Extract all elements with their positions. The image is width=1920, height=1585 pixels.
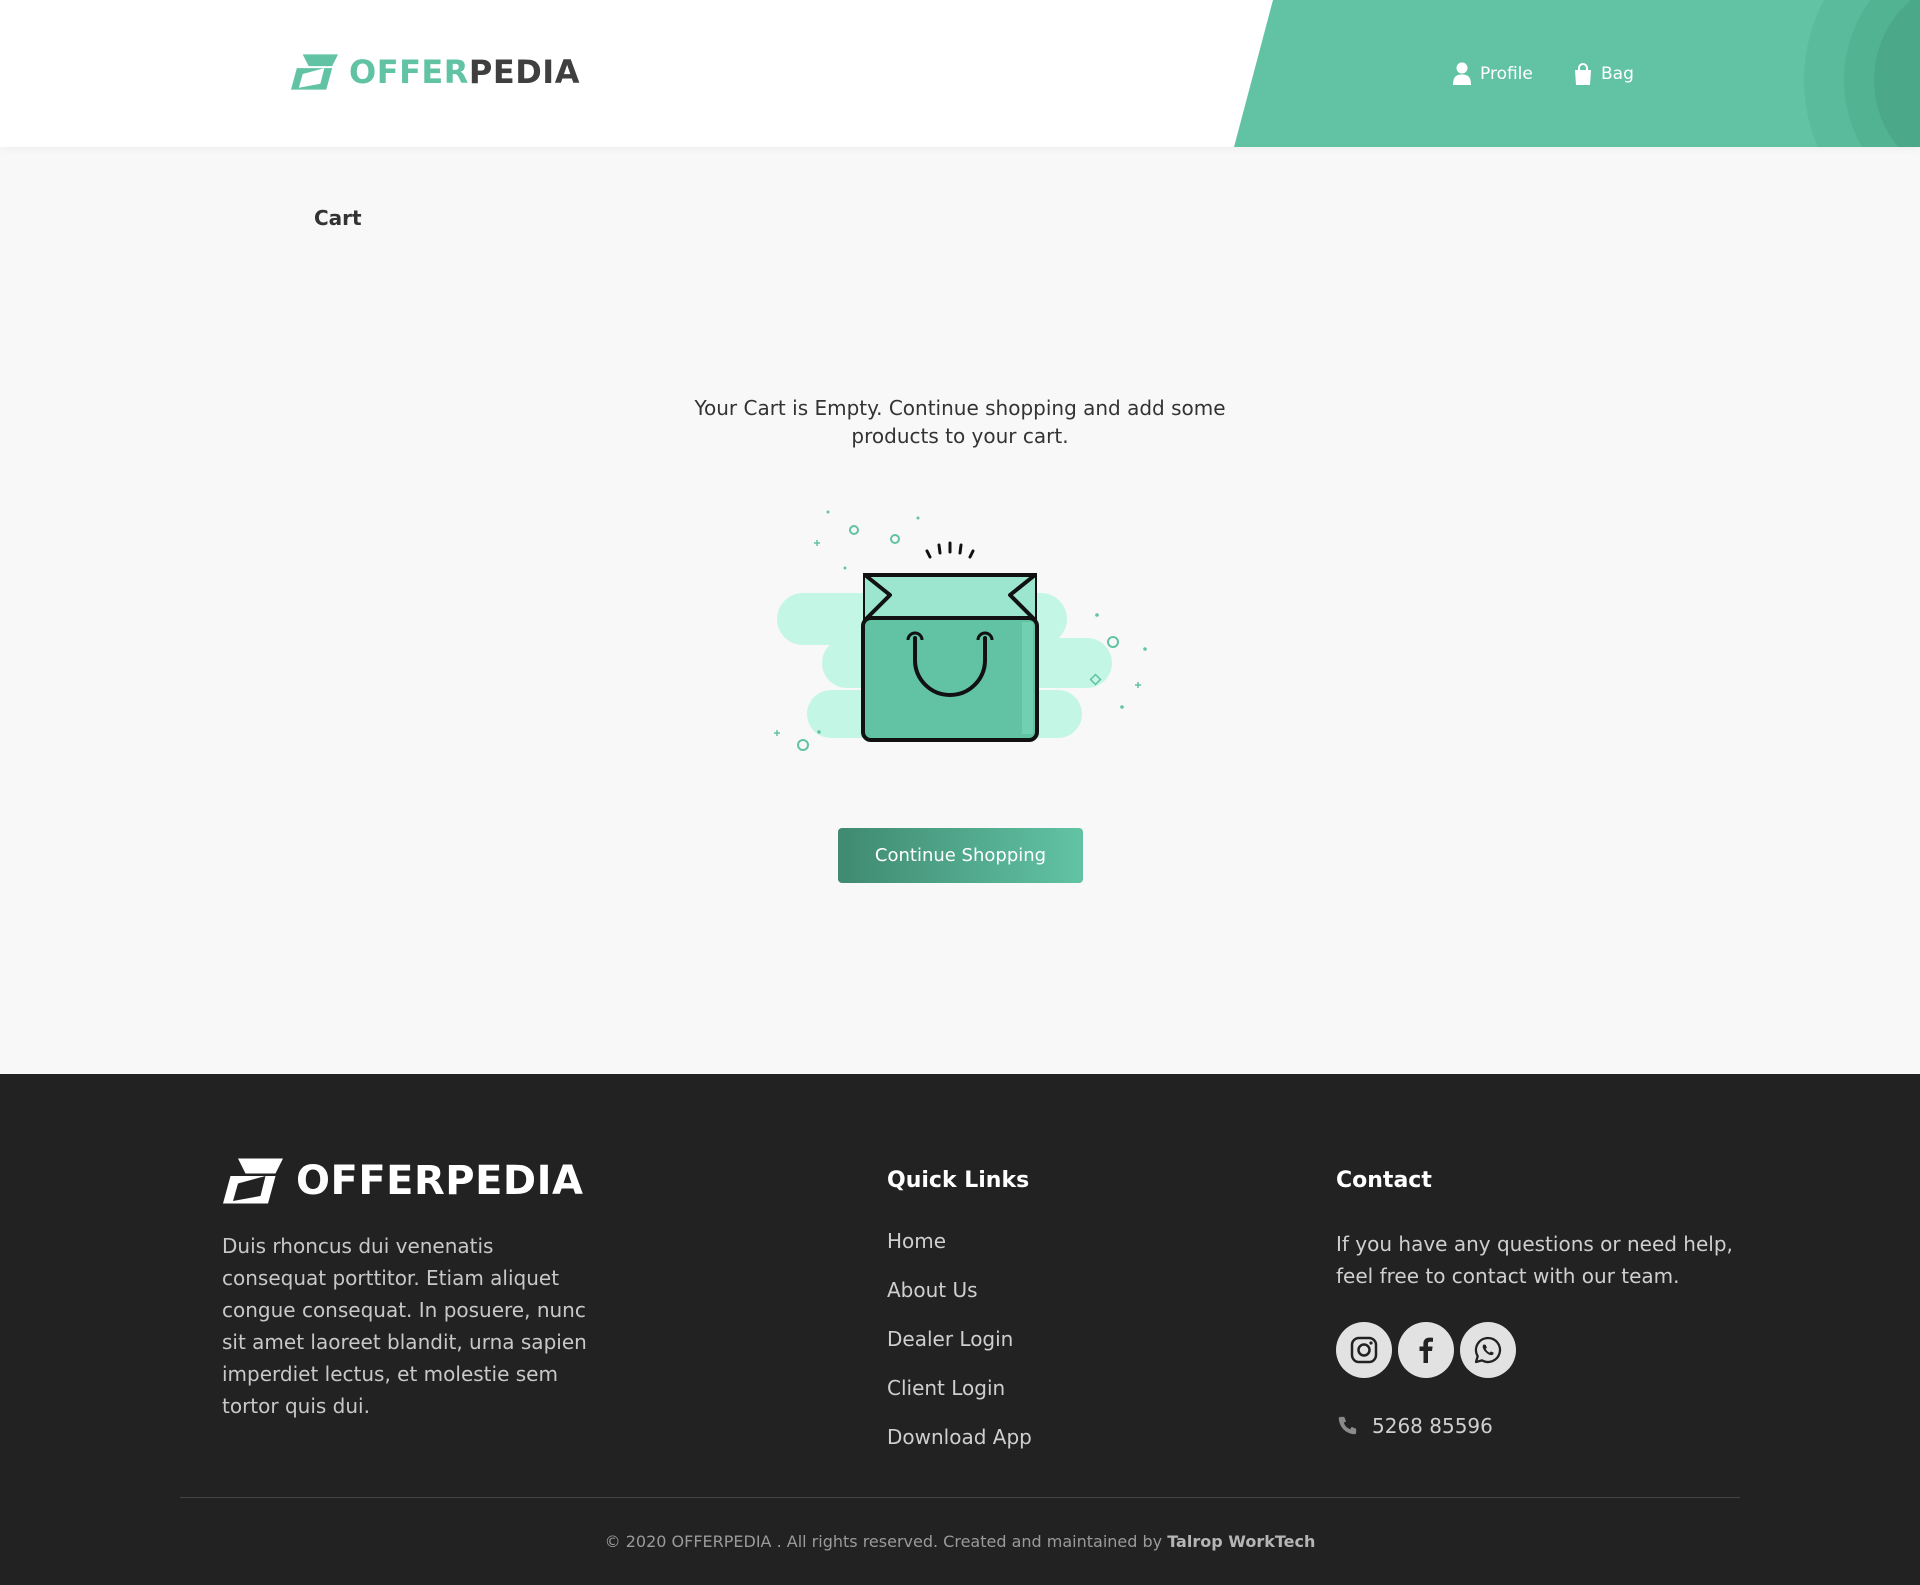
phone-icon	[1338, 1416, 1357, 1435]
logo-text-offer: OFFER	[349, 53, 469, 91]
bag-icon	[1575, 62, 1591, 85]
whatsapp-icon	[1474, 1336, 1502, 1364]
page-title: Cart	[314, 206, 362, 230]
quick-links-heading: Quick Links	[887, 1168, 1030, 1193]
site-footer: OFFERPEDIA Duis rhoncus dui venenatis co…	[0, 1074, 1920, 1585]
logo-mark-icon	[223, 1158, 283, 1204]
footer-divider	[180, 1497, 1740, 1498]
footer-about-text: Duis rhoncus dui venenatis consequat por…	[222, 1234, 587, 1418]
footer-link-about[interactable]: About Us	[887, 1277, 1032, 1326]
logo-text-pedia: PEDIA	[468, 53, 580, 91]
contact-heading: Contact	[1336, 1168, 1432, 1193]
continue-shopping-button[interactable]: Continue Shopping	[838, 828, 1083, 883]
company-credit: Talrop WorkTech	[1167, 1532, 1316, 1551]
social-links	[1336, 1322, 1522, 1378]
nav-bag-label: Bag	[1601, 63, 1634, 84]
logo-mark-icon	[290, 54, 339, 90]
facebook-link[interactable]	[1398, 1322, 1454, 1378]
user-icon	[1453, 62, 1471, 85]
site-header: OFFERPEDIA Profile Bag	[0, 0, 1920, 147]
quick-links-list: Home About Us Dealer Login Client Login …	[887, 1228, 1032, 1473]
nav-bag[interactable]: Bag	[1573, 0, 1634, 147]
whatsapp-link[interactable]	[1460, 1322, 1516, 1378]
footer-link-download-app[interactable]: Download App	[887, 1424, 1032, 1473]
empty-cart-message: Your Cart is Empty. Continue shopping an…	[694, 396, 1226, 448]
shopping-bag-smile-icon	[774, 510, 1147, 751]
nav-profile[interactable]: Profile	[1452, 0, 1533, 147]
nav-profile-label: Profile	[1480, 63, 1533, 84]
facebook-icon	[1419, 1337, 1433, 1363]
site-logo[interactable]: OFFERPEDIA	[289, 52, 580, 92]
footer-logo-text: OFFERPEDIA	[296, 1158, 584, 1204]
instagram-icon	[1350, 1336, 1378, 1364]
footer-link-home[interactable]: Home	[887, 1228, 1032, 1277]
instagram-link[interactable]	[1336, 1322, 1392, 1378]
phone-number: 5268 85596	[1372, 1414, 1493, 1438]
footer-link-client-login[interactable]: Client Login	[887, 1375, 1032, 1424]
footer-logo[interactable]: OFFERPEDIA	[220, 1156, 583, 1206]
footer-link-dealer-login[interactable]: Dealer Login	[887, 1326, 1032, 1375]
contact-text: If you have any questions or need help, …	[1336, 1232, 1733, 1288]
phone-contact[interactable]: 5268 85596	[1336, 1414, 1493, 1438]
copyright-text: © 2020 OFFERPEDIA . All rights reserved.…	[604, 1532, 1316, 1551]
